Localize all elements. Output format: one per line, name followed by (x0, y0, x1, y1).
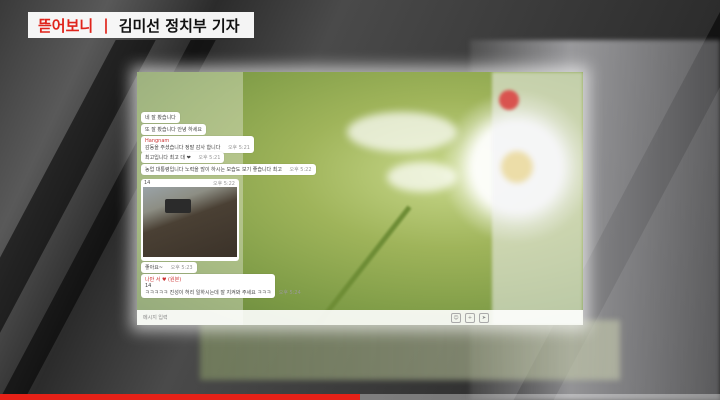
message-time: 오후 5:21 (227, 145, 250, 151)
photo-message[interactable]: 14 오후 5:22 (141, 179, 239, 261)
message-input-bar[interactable]: 메시지 입력 ☺ + ➤ (137, 310, 583, 325)
reporter-name: 김미선 정치부 기자 (118, 16, 240, 35)
emoticon-icon[interactable]: ☺ (451, 313, 461, 323)
daisy-petal (387, 162, 457, 192)
chat-message: 네 잘 봤습니다 (141, 112, 180, 123)
chat-screenshot: 네 잘 봤습니다 또 잘 봤습니다 안녕 하세요 Hangnam 감동을 주셨습… (137, 72, 583, 325)
video-progress-bar[interactable] (0, 394, 720, 400)
segment-tag: 뜯어보니 (38, 16, 94, 35)
message-time: 오후 5:24 (278, 290, 301, 296)
message-time: 오후 5:22 (212, 181, 235, 187)
chat-message: 농업 대통령입니다 노력을 많이 하시는 모습도 보기 좋습니다 최고 오후 5… (141, 164, 316, 175)
caption-separator: | (103, 16, 109, 34)
chat-message: Hangnam 감동을 주셨습니다 정말 감사 합니다 오후 5:21 (141, 136, 254, 153)
chat-message: 좋아요~ 오후 5:23 (141, 262, 197, 273)
notification-dot (499, 90, 519, 110)
quoted-reply: 나만 서 ♥ (원본) 14 ㅋㅋㅋㅋㅋ 진성이 허리 일하시는데 잘 지켜봐 … (141, 274, 301, 298)
blurred-sidebar (492, 72, 583, 325)
send-icon[interactable]: ➤ (479, 313, 489, 323)
tractor-shape (165, 199, 191, 213)
chat-message: 최고입니다 최고 대 ❤ 오후 5:21 (141, 152, 225, 163)
sender-name: 나만 서 ♥ (원본) (145, 277, 182, 283)
message-time: 오후 5:22 (289, 167, 312, 173)
news-caption: 뜯어보니 | 김미선 정치부 기자 (28, 12, 254, 38)
blurred-monitor-bottom (200, 320, 620, 380)
sender-name: Hangnam (145, 138, 170, 144)
message-input[interactable]: 메시지 입력 (143, 314, 168, 321)
flower-stem (315, 205, 412, 325)
quoted-ref: 14 (145, 283, 152, 289)
attach-icon[interactable]: + (465, 313, 475, 323)
message-time: 오후 5:21 (198, 155, 221, 161)
video-progress-fill (0, 394, 360, 400)
tractor-photo[interactable] (143, 187, 237, 257)
daisy-petal (347, 112, 457, 152)
chat-message: 또 잘 봤습니다 안녕 하세요 (141, 124, 206, 135)
photo-title: 14 (144, 180, 151, 186)
message-time: 오후 5:23 (170, 265, 193, 271)
